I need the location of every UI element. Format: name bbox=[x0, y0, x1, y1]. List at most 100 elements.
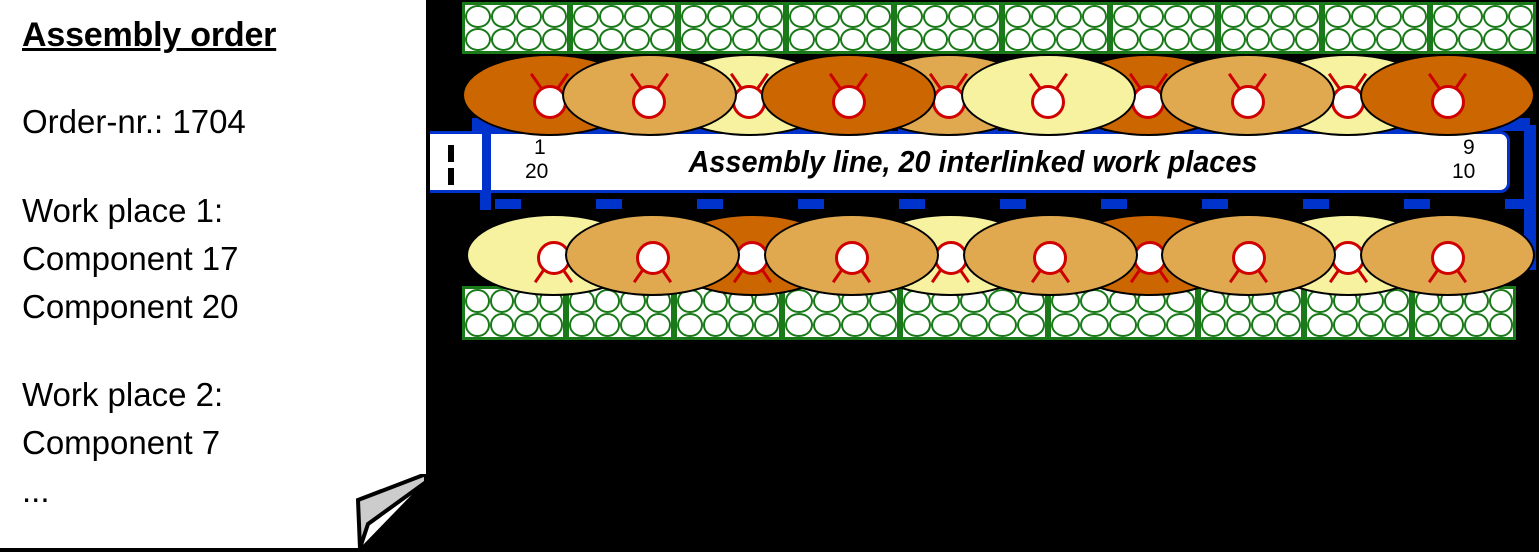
component-part-icon bbox=[1164, 28, 1190, 51]
component-part-icon bbox=[1433, 28, 1458, 51]
continuation-ellipsis: ... bbox=[22, 472, 50, 509]
worker-head-icon bbox=[635, 241, 670, 275]
component-part-icon bbox=[677, 313, 703, 337]
dash-mark-icon bbox=[448, 168, 454, 185]
component-bin bbox=[1322, 2, 1430, 54]
component-part-icon bbox=[1137, 313, 1167, 337]
component-part-icon bbox=[753, 313, 779, 337]
worker-head-icon bbox=[1231, 241, 1266, 275]
component-part-icon bbox=[948, 28, 974, 51]
component-part-icon bbox=[1226, 313, 1251, 337]
station-tick-mark bbox=[899, 199, 925, 209]
component-part-icon bbox=[840, 28, 866, 51]
component-part-icon bbox=[541, 5, 567, 28]
component-part-icon bbox=[1415, 313, 1440, 337]
component-part-icon bbox=[1245, 5, 1270, 28]
component-part-icon bbox=[813, 313, 841, 337]
component-part-icon bbox=[514, 313, 539, 337]
work-station bbox=[962, 214, 1138, 296]
station-tick-mark bbox=[1404, 199, 1430, 209]
component-part-icon bbox=[1251, 313, 1276, 337]
component-part-icon bbox=[973, 5, 999, 28]
component-part-icon bbox=[569, 313, 595, 337]
component-part-icon bbox=[1166, 313, 1195, 337]
component-part-icon bbox=[1056, 5, 1082, 28]
component-part-icon bbox=[1108, 313, 1138, 337]
component-part-icon bbox=[1081, 28, 1107, 51]
component-part-icon bbox=[1016, 313, 1045, 337]
component-part-icon bbox=[1270, 28, 1295, 51]
component-part-icon bbox=[1383, 313, 1409, 337]
component-part-icon bbox=[624, 5, 650, 28]
component-part-icon bbox=[645, 313, 671, 337]
component-part-icon bbox=[1439, 313, 1464, 337]
component-part-icon bbox=[1113, 5, 1139, 28]
work-station bbox=[761, 54, 937, 136]
component-part-icon bbox=[732, 28, 758, 51]
assembly-line-label: Assembly line, 20 interlinked work place… bbox=[688, 144, 1258, 179]
component-part-icon bbox=[1488, 313, 1513, 337]
component-part-icon bbox=[1458, 28, 1483, 51]
station-tick-mark bbox=[1101, 199, 1127, 209]
component-part-icon bbox=[516, 5, 542, 28]
component-part-icon bbox=[922, 5, 948, 28]
component-part-icon bbox=[1464, 313, 1489, 337]
component-part-icon bbox=[732, 5, 758, 28]
component-part-icon bbox=[1483, 28, 1508, 51]
component-part-icon bbox=[1483, 5, 1508, 28]
component-part-icon bbox=[1401, 5, 1427, 28]
component-part-icon bbox=[728, 313, 754, 337]
component-part-icon bbox=[1245, 28, 1270, 51]
component-part-icon bbox=[814, 28, 840, 51]
component-part-icon bbox=[598, 28, 624, 51]
component-part-icon bbox=[1189, 28, 1215, 51]
work-station-row-bottom bbox=[466, 214, 1535, 296]
line-start-marker bbox=[430, 131, 482, 193]
component-bin bbox=[894, 2, 1002, 54]
station-number-left-bottom: 20 bbox=[525, 160, 549, 183]
component-part-icon bbox=[681, 5, 707, 28]
component-part-icon bbox=[706, 28, 732, 51]
component-part-icon bbox=[903, 313, 932, 337]
component-part-icon bbox=[959, 313, 989, 337]
station-number-right-top: 9 bbox=[1463, 136, 1475, 159]
component-part-icon bbox=[490, 28, 516, 51]
component-part-icon bbox=[1081, 5, 1107, 28]
component-part-icon bbox=[1189, 5, 1215, 28]
work-station bbox=[1160, 54, 1336, 136]
component-part-icon bbox=[598, 5, 624, 28]
component-part-icon bbox=[624, 28, 650, 51]
component-part-icon bbox=[988, 313, 1017, 337]
assembly-line-diagram: 1 20 9 10 Assembly line, 20 interlinked … bbox=[0, 0, 1539, 549]
component-part-icon bbox=[1056, 28, 1082, 51]
station-tick-mark bbox=[596, 199, 622, 209]
component-part-icon bbox=[573, 28, 599, 51]
station-number-left-top: 1 bbox=[534, 136, 546, 159]
component-part-icon bbox=[1051, 313, 1080, 337]
component-part-icon bbox=[1376, 28, 1402, 51]
component-part-icon bbox=[897, 5, 923, 28]
worker-head-icon bbox=[834, 241, 869, 275]
component-part-icon bbox=[465, 5, 491, 28]
component-bin bbox=[1430, 2, 1536, 54]
component-bin bbox=[1218, 2, 1322, 54]
component-part-icon bbox=[1294, 28, 1319, 51]
component-part-icon bbox=[1294, 5, 1319, 28]
worker-head-icon bbox=[1430, 85, 1465, 119]
component-part-icon bbox=[814, 5, 840, 28]
component-part-icon bbox=[865, 5, 891, 28]
dash-mark-icon bbox=[448, 145, 454, 162]
component-part-icon bbox=[1164, 5, 1190, 28]
component-part-icon bbox=[702, 313, 728, 337]
component-part-icon bbox=[465, 313, 490, 337]
work-station bbox=[960, 54, 1136, 136]
component-bin bbox=[786, 2, 894, 54]
component-part-icon bbox=[1401, 28, 1427, 51]
component-part-icon bbox=[1358, 313, 1384, 337]
worker-head-icon bbox=[1430, 241, 1465, 275]
component-bin bbox=[462, 2, 570, 54]
component-part-icon bbox=[922, 28, 948, 51]
component-part-icon bbox=[594, 313, 620, 337]
component-part-icon bbox=[973, 28, 999, 51]
component-bin-row-top bbox=[462, 2, 1536, 54]
